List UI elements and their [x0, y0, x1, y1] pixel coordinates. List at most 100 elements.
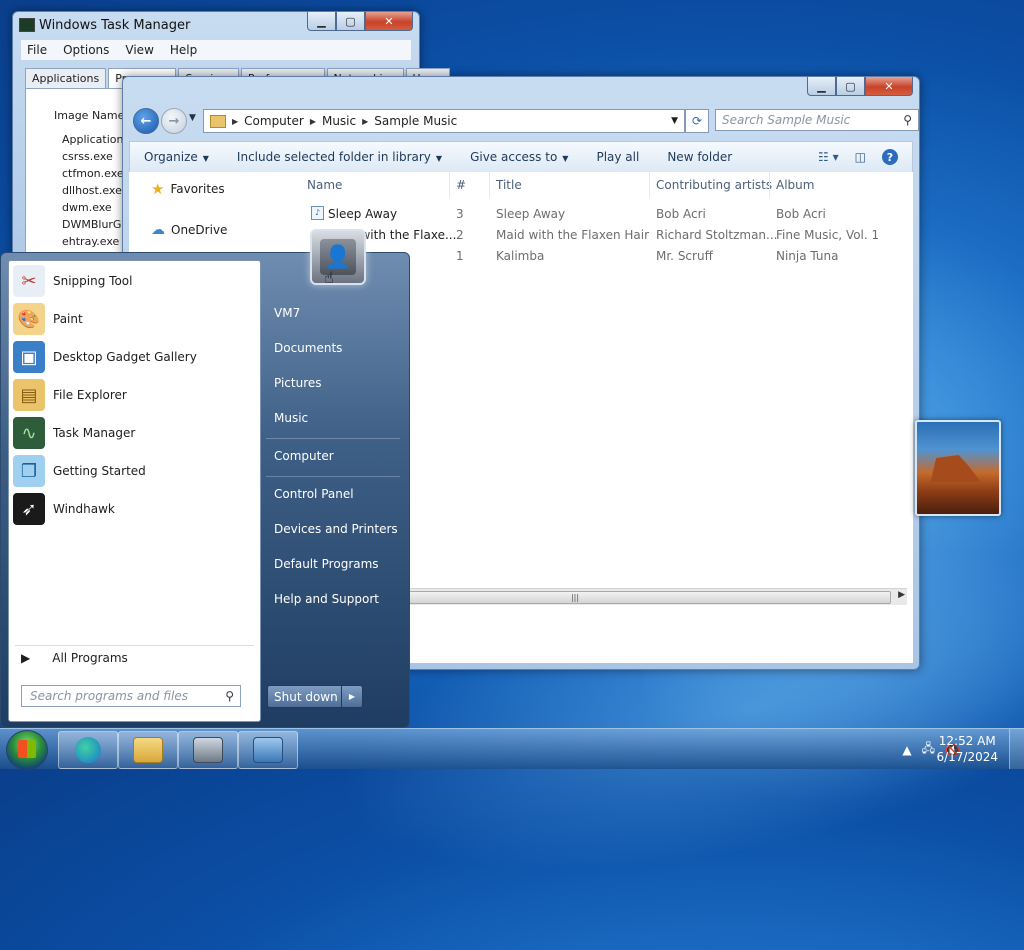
menu-help[interactable]: Help: [170, 43, 197, 57]
track-album: Ninja Tuna: [776, 249, 839, 263]
taskbar-task-manager-button[interactable]: [178, 731, 238, 769]
program-label: Paint: [53, 312, 83, 326]
all-programs-label: All Programs: [52, 651, 128, 665]
edge-icon: [75, 737, 101, 763]
new-folder-button[interactable]: New folder: [653, 150, 746, 164]
table-row[interactable]: Maid with the Flaxe... 2 Maid with the F…: [299, 223, 913, 243]
start-link-control-panel[interactable]: Control Panel: [274, 487, 354, 501]
start-link-documents[interactable]: Documents: [274, 341, 342, 355]
search-icon[interactable]: ⚲: [225, 689, 234, 703]
preview-pane-icon[interactable]: ◫: [855, 150, 866, 164]
tab-applications[interactable]: Applications: [25, 68, 107, 89]
column-artists[interactable]: Contributing artists: [656, 178, 772, 192]
start-link-pictures[interactable]: Pictures: [274, 376, 322, 390]
help-icon[interactable]: ?: [882, 149, 898, 165]
address-dropdown-icon[interactable]: ▼: [671, 116, 678, 126]
column-image-name[interactable]: Image Name: [54, 109, 124, 122]
user-avatar[interactable]: 👤: [310, 229, 366, 285]
search-icon[interactable]: ⚲: [903, 113, 912, 127]
forward-button[interactable]: →: [161, 108, 187, 134]
shutdown-options-icon[interactable]: ▶: [341, 686, 362, 707]
play-all-button[interactable]: Play all: [582, 150, 653, 164]
search-input[interactable]: Search Sample Music ⚲: [715, 109, 919, 131]
include-in-library-button[interactable]: Include selected folder in library ▼: [223, 150, 456, 164]
column-title[interactable]: Title: [496, 178, 522, 192]
track-number: 2: [456, 228, 464, 242]
column-divider[interactable]: [489, 172, 490, 198]
breadcrumb-music[interactable]: Music: [316, 114, 362, 128]
nav-onedrive[interactable]: ☁ OneDrive: [151, 222, 227, 238]
minimize-button[interactable]: ▁: [807, 77, 836, 96]
show-hidden-icons-icon[interactable]: ▲: [902, 743, 911, 757]
start-link-user[interactable]: VM7: [274, 306, 300, 320]
column-divider[interactable]: [649, 172, 650, 198]
scroll-right-icon[interactable]: ▶: [898, 590, 905, 600]
program-label: File Explorer: [53, 388, 127, 402]
command-bar: Organize ▼ Include selected folder in lib…: [129, 141, 913, 173]
track-title: Kalimba: [496, 249, 545, 263]
program-windhawk[interactable]: ➶ Windhawk: [13, 492, 115, 526]
share-button[interactable]: Give access to ▼: [456, 150, 582, 164]
program-snipping-tool[interactable]: ✂ Snipping Tool: [13, 264, 132, 298]
program-getting-started[interactable]: ❐ Getting Started: [13, 454, 146, 488]
start-search-placeholder: Search programs and files: [30, 689, 188, 703]
chevron-down-icon: ▼: [435, 154, 443, 163]
taskbar-remote-button[interactable]: [238, 731, 298, 769]
maximize-button[interactable]: ▢: [836, 77, 865, 96]
document-icon: ❐: [13, 455, 45, 487]
shutdown-button[interactable]: Shut down ▶: [267, 685, 363, 708]
share-label: Give access to: [470, 150, 558, 164]
views-icon[interactable]: ☷ ▾: [818, 150, 839, 164]
address-bar[interactable]: ▶ Computer ▶ Music ▶ Sample Music ▼: [203, 109, 685, 133]
column-number[interactable]: #: [456, 178, 466, 192]
program-paint[interactable]: 🎨 Paint: [13, 302, 83, 336]
nav-favorites[interactable]: ★ Favorites: [151, 180, 225, 198]
breadcrumb-sample-music[interactable]: Sample Music: [368, 114, 463, 128]
all-programs-button[interactable]: ▶ All Programs: [21, 651, 128, 665]
menu-options[interactable]: Options: [63, 43, 109, 57]
column-album[interactable]: Album: [776, 178, 814, 192]
column-name[interactable]: Name: [307, 178, 342, 192]
breadcrumb-computer[interactable]: Computer: [238, 114, 310, 128]
program-gadget-gallery[interactable]: ▣ Desktop Gadget Gallery: [13, 340, 197, 374]
recent-pages-dropdown-icon[interactable]: ▼: [189, 113, 196, 123]
table-row[interactable]: ♪ Sleep Away 3 Sleep Away Bob Acri Bob A…: [299, 202, 913, 222]
view-controls: ☷ ▾ ◫ ?: [818, 149, 912, 165]
cloud-icon: ☁: [151, 222, 165, 238]
monitor-icon: [253, 737, 283, 763]
clock-date: 6/17/2024: [936, 750, 998, 764]
clock[interactable]: 12:52 AM 6/17/2024: [936, 733, 998, 765]
program-task-manager[interactable]: ∿ Task Manager: [13, 416, 135, 450]
taskbar-edge-button[interactable]: [58, 731, 118, 769]
organize-label: Organize: [144, 150, 198, 164]
column-divider[interactable]: [769, 172, 770, 198]
program-file-explorer[interactable]: ▤ File Explorer: [13, 378, 127, 412]
nav-favorites-label: Favorites: [170, 182, 225, 196]
show-desktop-button[interactable]: [1009, 729, 1024, 769]
start-link-computer[interactable]: Computer: [274, 449, 334, 463]
desktop-photo-thumbnail[interactable]: [915, 420, 1001, 516]
maximize-button[interactable]: ▢: [336, 12, 365, 31]
close-button[interactable]: ✕: [365, 12, 413, 31]
back-button[interactable]: ←: [133, 108, 159, 134]
close-button[interactable]: ✕: [865, 77, 913, 96]
network-icon[interactable]: 🖧: [922, 739, 935, 760]
taskmanager-icon: ∿: [13, 417, 45, 449]
start-link-devices-printers[interactable]: Devices and Printers: [274, 522, 398, 536]
organize-button[interactable]: Organize ▼: [130, 150, 223, 164]
menu-view[interactable]: View: [125, 43, 153, 57]
start-search-input[interactable]: Search programs and files ⚲: [21, 685, 241, 707]
taskbar-explorer-button[interactable]: [118, 731, 178, 769]
menu-file[interactable]: File: [27, 43, 47, 57]
star-icon: ★: [151, 180, 165, 198]
palette-icon: 🎨: [13, 303, 45, 335]
start-link-default-programs[interactable]: Default Programs: [274, 557, 379, 571]
start-button[interactable]: [6, 730, 48, 770]
refresh-icon[interactable]: ⟳: [685, 109, 709, 133]
track-number: 3: [456, 207, 464, 221]
column-divider[interactable]: [449, 172, 450, 198]
start-link-music[interactable]: Music: [274, 411, 308, 425]
minimize-button[interactable]: ▁: [307, 12, 336, 31]
track-title: Maid with the Flaxen Hair: [496, 228, 650, 242]
start-link-help-support[interactable]: Help and Support: [274, 592, 379, 606]
